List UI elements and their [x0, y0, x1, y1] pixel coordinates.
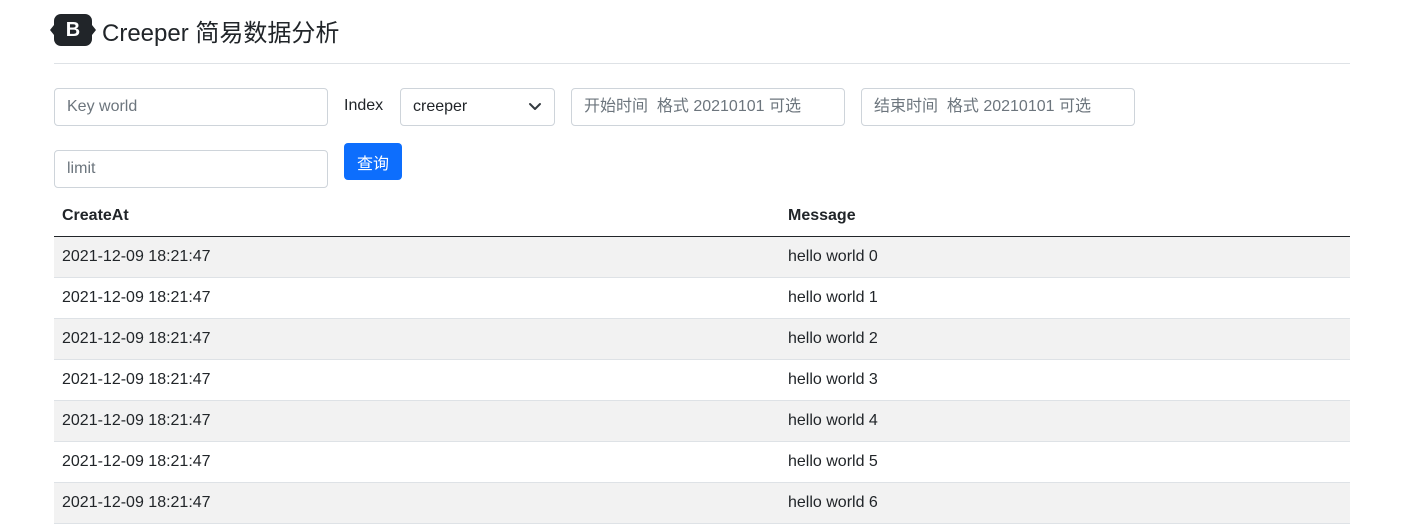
index-select-value: creeper: [413, 98, 468, 115]
page-title: Creeper 简易数据分析: [102, 19, 340, 47]
cell-createat: 2021-12-09 18:21:47: [54, 236, 780, 278]
cell-createat: 2021-12-09 18:21:47: [54, 318, 780, 360]
cell-createat: 2021-12-09 18:21:47: [54, 400, 780, 442]
table-row: 2021-12-09 18:21:47 hello world 4: [54, 400, 1350, 442]
bootstrap-logo-icon: B: [50, 14, 96, 46]
column-header-message: Message: [780, 196, 1350, 237]
cell-createat: 2021-12-09 18:21:47: [54, 441, 780, 483]
query-button[interactable]: 查询: [344, 143, 402, 180]
logo-letter: B: [65, 18, 81, 41]
table-row: 2021-12-09 18:21:47 hello world 3: [54, 359, 1350, 401]
results-table: CreateAt Message 2021-12-09 18:21:47 hel…: [54, 196, 1350, 524]
cell-message: hello world 6: [780, 482, 1350, 524]
cell-message: hello world 1: [780, 277, 1350, 319]
cell-message: hello world 4: [780, 400, 1350, 442]
start-time-input[interactable]: [571, 88, 845, 126]
app-header: B Creeper 简易数据分析: [50, 10, 340, 50]
keyword-input[interactable]: [54, 88, 328, 126]
cell-message: hello world 5: [780, 441, 1350, 483]
table-row: 2021-12-09 18:21:47 hello world 6: [54, 482, 1350, 524]
index-select[interactable]: creeper: [400, 88, 555, 126]
header-divider: [54, 63, 1350, 64]
limit-input[interactable]: [54, 150, 328, 188]
cell-createat: 2021-12-09 18:21:47: [54, 359, 780, 401]
table-row: 2021-12-09 18:21:47 hello world 5: [54, 441, 1350, 483]
table-row: 2021-12-09 18:21:47 hello world 0: [54, 236, 1350, 278]
chevron-down-icon: [528, 102, 542, 112]
cell-message: hello world 2: [780, 318, 1350, 360]
table-row: 2021-12-09 18:21:47 hello world 1: [54, 277, 1350, 319]
cell-message: hello world 3: [780, 359, 1350, 401]
table-header-row: CreateAt Message: [54, 196, 1350, 237]
cell-createat: 2021-12-09 18:21:47: [54, 482, 780, 524]
column-header-createat: CreateAt: [54, 196, 780, 237]
cell-createat: 2021-12-09 18:21:47: [54, 277, 780, 319]
index-label: Index: [344, 97, 384, 114]
end-time-input[interactable]: [861, 88, 1135, 126]
cell-message: hello world 0: [780, 236, 1350, 278]
table-row: 2021-12-09 18:21:47 hello world 2: [54, 318, 1350, 360]
